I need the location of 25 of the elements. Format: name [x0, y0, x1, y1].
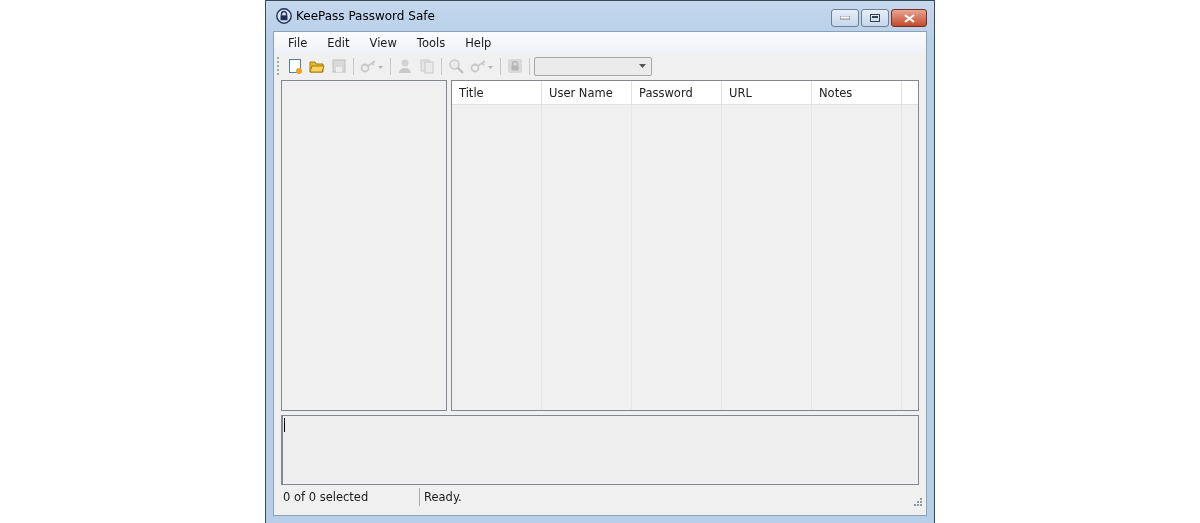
menu-item[interactable]: Tools — [408, 36, 453, 50]
minimize-button[interactable] — [831, 9, 859, 27]
menu-item[interactable]: Edit — [319, 36, 357, 50]
close-button[interactable] — [891, 9, 927, 27]
column-header[interactable]: Password — [632, 81, 722, 104]
window-title: KeePass Password Safe — [296, 9, 435, 23]
close-icon — [903, 13, 915, 23]
menu-item[interactable]: View — [361, 36, 404, 50]
column-header[interactable]: User Name — [542, 81, 632, 104]
minimize-icon — [840, 16, 850, 20]
menu-item[interactable]: Help — [457, 36, 499, 50]
resize-grip-icon — [912, 496, 922, 506]
entry-list-panel[interactable]: Title User Name Password URL Notes — [451, 80, 919, 411]
entry-details-field[interactable] — [281, 415, 919, 485]
caret-icon — [639, 64, 646, 68]
status-text: Ready. — [423, 490, 462, 504]
status-text: 0 of 0 selected — [283, 488, 420, 506]
maximize-button[interactable] — [861, 9, 889, 27]
column-header[interactable]: Title — [452, 81, 542, 104]
maximize-icon — [870, 14, 880, 22]
toolbar-grip-icon — [277, 57, 280, 75]
column-header[interactable]: URL — [722, 81, 812, 104]
lock-icon — [276, 8, 292, 24]
menu-item[interactable]: File — [280, 36, 315, 50]
column-header[interactable]: Notes — [812, 81, 902, 104]
